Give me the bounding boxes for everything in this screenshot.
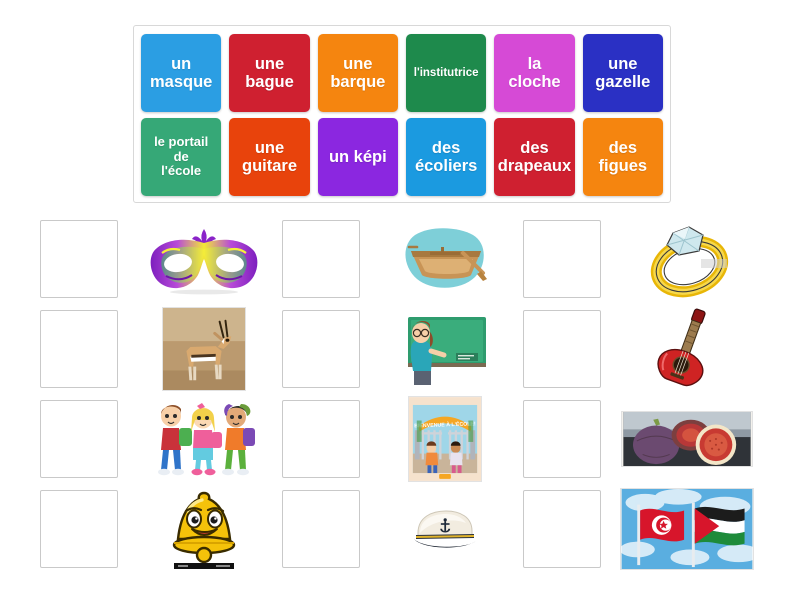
dropzone-drapeaux[interactable] — [523, 490, 602, 568]
dropzone-guitare[interactable] — [523, 310, 602, 388]
schoolchildren-image-slot — [126, 396, 282, 482]
teacher-chalkboard-image-slot — [368, 306, 524, 392]
bell-cartoon-image-slot — [126, 486, 282, 572]
word-tile[interactable]: une bague — [229, 34, 310, 112]
tile-row: un masque une bague une barque l'institutri… — [141, 34, 663, 112]
dropzone-cloche[interactable] — [40, 490, 118, 568]
word-tile[interactable]: une barque — [317, 34, 398, 112]
answer-pair — [40, 394, 282, 484]
diamond-ring-image — [650, 226, 729, 298]
dropzone-portail[interactable] — [281, 400, 360, 478]
schoolchildren-image — [157, 403, 255, 476]
rowboat-image — [405, 228, 488, 288]
dropzone-figues[interactable] — [523, 400, 602, 478]
answer-pair: BIENVENUE À L'ÉCOLE! — [281, 394, 524, 484]
answer-grid: BIENVENUE À L'ÉCOLE! — [40, 214, 765, 574]
acoustic-guitar-image — [657, 308, 706, 387]
teacher-chalkboard-image — [408, 317, 487, 385]
answer-pair — [281, 304, 524, 394]
dropzone-bague[interactable] — [523, 220, 602, 298]
word-tile[interactable]: des drapeaux — [494, 118, 575, 196]
gazelle-photo-slot — [126, 306, 282, 392]
dropzone-kepi[interactable] — [281, 490, 360, 568]
figs-photo — [621, 411, 754, 467]
answer-pair — [523, 484, 765, 574]
word-tile[interactable]: la cloche — [494, 34, 575, 112]
word-tile-bank: un masque une bague une barque l'institutri… — [133, 25, 671, 203]
answer-pair — [523, 394, 765, 484]
flags-photo — [620, 488, 755, 570]
school-gate-book-image-slot: BIENVENUE À L'ÉCOLE! — [368, 396, 524, 482]
dropzone-barque[interactable] — [281, 220, 360, 298]
answer-pair — [281, 214, 524, 304]
word-tile[interactable]: une gazelle — [582, 34, 663, 112]
bell-cartoon-image — [172, 491, 236, 569]
rowboat-image-slot — [368, 216, 524, 302]
answer-pair — [281, 484, 524, 574]
word-tile[interactable]: l'institutrice — [405, 34, 487, 112]
answer-pair — [40, 484, 282, 574]
word-tile[interactable]: des figues — [582, 118, 663, 196]
answer-pair — [523, 214, 765, 304]
flags-photo-slot — [609, 486, 765, 572]
captain-cap-image-slot — [368, 486, 524, 572]
dropzone-institutrice[interactable] — [281, 310, 360, 388]
word-tile[interactable]: une guitare — [229, 118, 310, 196]
tile-row: le portail de l'école une guitare un képi d… — [141, 118, 663, 196]
answer-pair — [40, 214, 282, 304]
word-tile[interactable]: des écoliers — [405, 118, 487, 196]
carnival-mask-image — [150, 229, 258, 295]
captain-cap-image — [414, 510, 477, 548]
school-gate-book-image: BIENVENUE À L'ÉCOLE! — [408, 396, 483, 482]
diamond-ring-image-slot — [609, 216, 765, 302]
dropzone-gazelle[interactable] — [40, 310, 118, 388]
figs-photo-slot — [609, 396, 765, 482]
carnival-mask-image-slot — [126, 216, 282, 302]
answer-pair — [523, 304, 765, 394]
gazelle-photo — [161, 307, 246, 391]
word-tile[interactable]: un képi — [317, 118, 398, 196]
word-tile[interactable]: le portail de l'école — [141, 118, 222, 196]
word-tile[interactable]: un masque — [141, 34, 222, 112]
dropzone-mask[interactable] — [40, 220, 118, 298]
acoustic-guitar-image-slot — [609, 306, 765, 392]
answer-pair — [40, 304, 282, 394]
dropzone-ecoliers[interactable] — [40, 400, 118, 478]
